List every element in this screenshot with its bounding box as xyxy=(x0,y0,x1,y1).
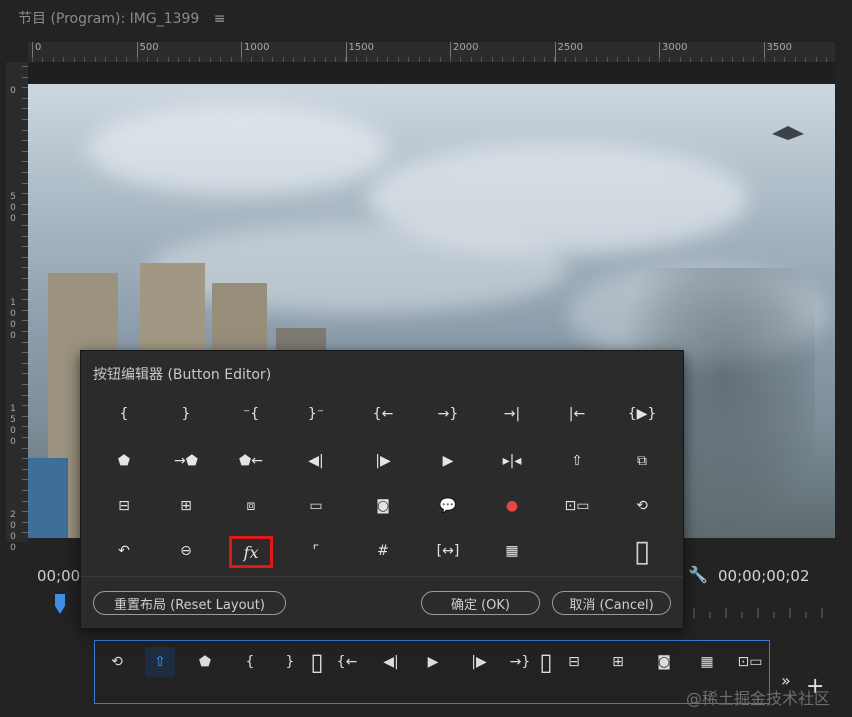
transport-button-bar: ⟲ ⇧ ⬟{} ▯ {← ◀| ▶ |▶ →} ▯ ⊟ ⊞ ◙ ▦ ⊡▭ xyxy=(94,640,770,704)
left-ruler-digit: 0 xyxy=(10,86,16,96)
go-to-in-icon[interactable]: {← xyxy=(361,399,405,429)
bar-camera-icon[interactable]: ◙ xyxy=(649,647,679,677)
insert-icon[interactable]: ⊞ xyxy=(164,491,208,521)
cancel-button[interactable]: 取消 (Cancel) xyxy=(552,591,671,615)
camera-icon[interactable]: ◙ xyxy=(361,491,405,521)
bar-go-to-in-icon[interactable]: {← xyxy=(332,647,362,677)
ruler-tick-label: 1500 xyxy=(348,42,374,53)
left-ruler-digit: 1 xyxy=(10,404,16,414)
left-ruler-digit: 0 xyxy=(10,437,16,447)
playhead-handle[interactable] xyxy=(53,594,67,614)
spacer-icon[interactable]: ▯ xyxy=(620,534,664,569)
bar-step-back-icon[interactable]: ◀| xyxy=(376,647,406,677)
show-rulers-icon[interactable]: ⌜ xyxy=(294,536,338,566)
go-to-next-marker-icon[interactable]: →⬟ xyxy=(164,446,208,476)
play-around-icon[interactable]: ▸|◂ xyxy=(490,446,534,476)
left-ruler-digit: 0 xyxy=(10,214,16,224)
overwrite-icon[interactable]: ⧈ xyxy=(229,491,273,521)
ruler-tick-label: 1000 xyxy=(244,42,270,53)
ruler-tick-label: 3000 xyxy=(662,42,688,53)
comment-icon[interactable]: 💬 xyxy=(426,491,470,521)
left-ruler-digit: 0 xyxy=(10,532,16,542)
ok-button[interactable]: 确定 (OK) xyxy=(421,591,540,615)
left-ruler-digit: 5 xyxy=(10,415,16,425)
ruler-tick-label: 500 xyxy=(139,42,159,53)
bar-play-icon[interactable]: ▶ xyxy=(418,647,448,677)
bar-lift-icon[interactable]: ⊟ xyxy=(559,647,589,677)
wrench-settings-icon[interactable]: 🔧 xyxy=(688,565,708,584)
bar-mark-in-icon[interactable]: { xyxy=(235,647,265,677)
go-to-previous-marker-icon[interactable]: ⬟← xyxy=(229,446,273,476)
clear-in-icon[interactable]: ⁻{ xyxy=(229,399,273,429)
left-ruler-digit: 2 xyxy=(10,510,16,520)
step-back-icon[interactable]: ◀| xyxy=(294,446,338,476)
watermark: @稀土掘金技术社区 xyxy=(686,689,831,708)
bar-add-marker-icon[interactable]: ⬟ xyxy=(190,647,220,677)
loop-icon[interactable]: ↶ xyxy=(102,536,146,566)
compare-view-icon[interactable]: ▦ xyxy=(490,536,534,566)
bar-toggle-proxy-icon[interactable]: ⟲ xyxy=(102,647,132,677)
canvas-top-strip xyxy=(28,62,835,84)
left-ruler-digit: 0 xyxy=(10,543,16,553)
safe-margins-icon[interactable]: ▭ xyxy=(294,491,338,521)
extract-icon[interactable]: ⧉ xyxy=(620,446,664,476)
multi-camera-icon[interactable]: ⊡▭ xyxy=(555,491,599,521)
go-to-next-edit-icon[interactable]: →| xyxy=(490,399,534,429)
play-icon[interactable]: ▶ xyxy=(426,446,470,476)
left-ruler-digit: 1 xyxy=(10,298,16,308)
lift-icon[interactable]: ⊟ xyxy=(102,491,146,521)
mark-out-icon[interactable]: } xyxy=(164,399,208,429)
ruler-tick-label: 3500 xyxy=(766,42,792,53)
fx-icon[interactable]: fx xyxy=(229,536,273,568)
current-timecode[interactable]: 00;00 xyxy=(37,567,80,585)
record-icon[interactable]: ● xyxy=(490,491,534,521)
dialog-divider xyxy=(81,576,683,577)
step-forward-icon[interactable]: |▶ xyxy=(361,446,405,476)
panel-title-text: 节目 (Program): IMG_1399 xyxy=(18,11,200,27)
toggle-proxy-icon[interactable]: ⟲ xyxy=(620,491,664,521)
bar-export-frame-lift-icon[interactable]: ⇧ xyxy=(145,647,175,677)
left-ruler-digit: 5 xyxy=(10,192,16,202)
vr-video-icon[interactable]: ⊖ xyxy=(164,536,208,566)
top-ruler: 0 500 1000 1500 2000 2500 3000 3500 xyxy=(28,42,835,63)
left-ruler-digit: 0 xyxy=(10,331,16,341)
bar-go-to-out-icon[interactable]: →} xyxy=(505,647,535,677)
hamburger-menu-icon[interactable]: ≡ xyxy=(214,11,226,27)
left-ruler-digit: 0 xyxy=(10,426,16,436)
clear-out-icon[interactable]: }⁻ xyxy=(294,399,338,429)
play-in-to-out-icon[interactable]: {▶} xyxy=(620,399,664,429)
ruler-tick-label: 0 xyxy=(35,42,42,53)
mark-in-icon[interactable]: { xyxy=(102,399,146,429)
dialog-title: 按钮编辑器 (Button Editor) xyxy=(93,367,272,383)
scrub-ticks xyxy=(693,608,823,618)
show-guides-icon[interactable]: # xyxy=(361,536,405,566)
go-to-previous-edit-icon[interactable]: |← xyxy=(555,399,599,429)
left-ruler-digit: 0 xyxy=(10,521,16,531)
button-editor-dialog: 按钮编辑器 (Button Editor) 重置布局 (Reset Layout… xyxy=(80,350,684,629)
left-ruler: 0500100015002000 xyxy=(6,62,28,553)
duration-timecode: 00;00;00;02 xyxy=(718,567,810,585)
bar-spacer-icon[interactable]: ▯ xyxy=(539,647,553,677)
panel-title: 节目 (Program): IMG_1399 ≡ xyxy=(18,8,225,28)
bar-step-forward-icon[interactable]: |▶ xyxy=(464,647,494,677)
snap-in-program-icon[interactable]: [↔] xyxy=(426,536,470,566)
left-ruler-digit: 0 xyxy=(10,320,16,330)
bar-mark-out-icon[interactable]: } xyxy=(275,647,305,677)
bar-compare-view-icon[interactable]: ▦ xyxy=(692,647,722,677)
bar-spacer-icon[interactable]: ▯ xyxy=(310,647,324,677)
left-ruler-digit: 0 xyxy=(10,309,16,319)
bar-multi-camera-icon[interactable]: ⊡▭ xyxy=(735,647,765,677)
left-ruler-digit: 0 xyxy=(10,203,16,213)
reset-layout-button[interactable]: 重置布局 (Reset Layout) xyxy=(93,591,286,615)
bar-insert-icon[interactable]: ⊞ xyxy=(603,647,633,677)
ruler-tick-label: 2500 xyxy=(557,42,583,53)
export-frame-lift-icon[interactable]: ⇧ xyxy=(555,446,599,476)
ruler-tick-label: 2000 xyxy=(453,42,479,53)
add-marker-icon[interactable]: ⬟ xyxy=(102,446,146,476)
go-to-out-icon[interactable]: →} xyxy=(426,399,470,429)
